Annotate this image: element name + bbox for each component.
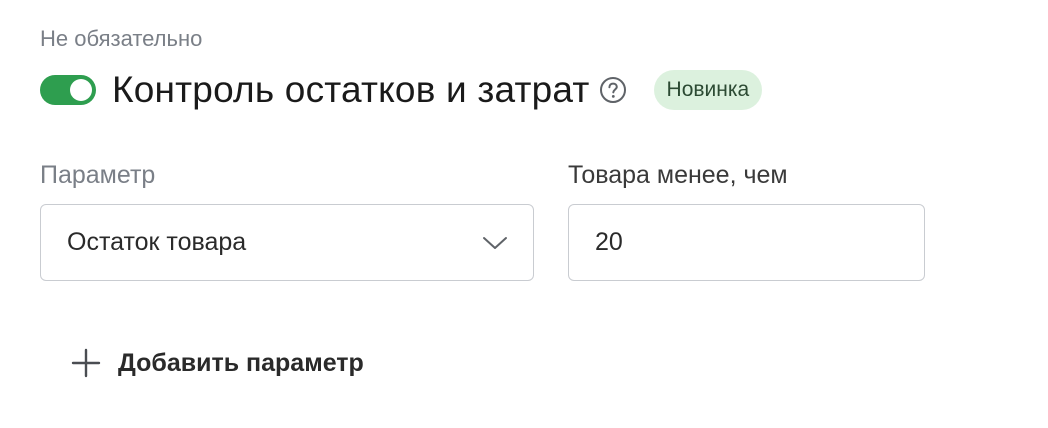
- parameter-label: Параметр: [40, 161, 156, 189]
- section-header: Контроль остатков и затрат Новинка: [40, 64, 763, 116]
- section-toggle[interactable]: [40, 75, 96, 105]
- new-badge: Новинка: [653, 70, 763, 110]
- section-title: Контроль остатков и затрат: [112, 69, 590, 110]
- optional-label: Не обязательно: [40, 26, 203, 51]
- threshold-label: Товара менее, чем: [568, 161, 788, 189]
- threshold-input[interactable]: [568, 204, 925, 281]
- plus-icon: [70, 347, 102, 379]
- add-parameter-button[interactable]: Добавить параметр: [70, 340, 364, 386]
- parameter-select[interactable]: Остаток товара: [40, 204, 534, 281]
- chevron-down-icon: [481, 229, 509, 257]
- page: Не обязательно Контроль остатков и затра…: [0, 0, 1048, 428]
- question-circle-icon[interactable]: [598, 75, 628, 105]
- toggle-knob: [70, 79, 92, 101]
- parameter-select-value: Остаток товара: [67, 228, 247, 256]
- add-parameter-label: Добавить параметр: [118, 348, 364, 377]
